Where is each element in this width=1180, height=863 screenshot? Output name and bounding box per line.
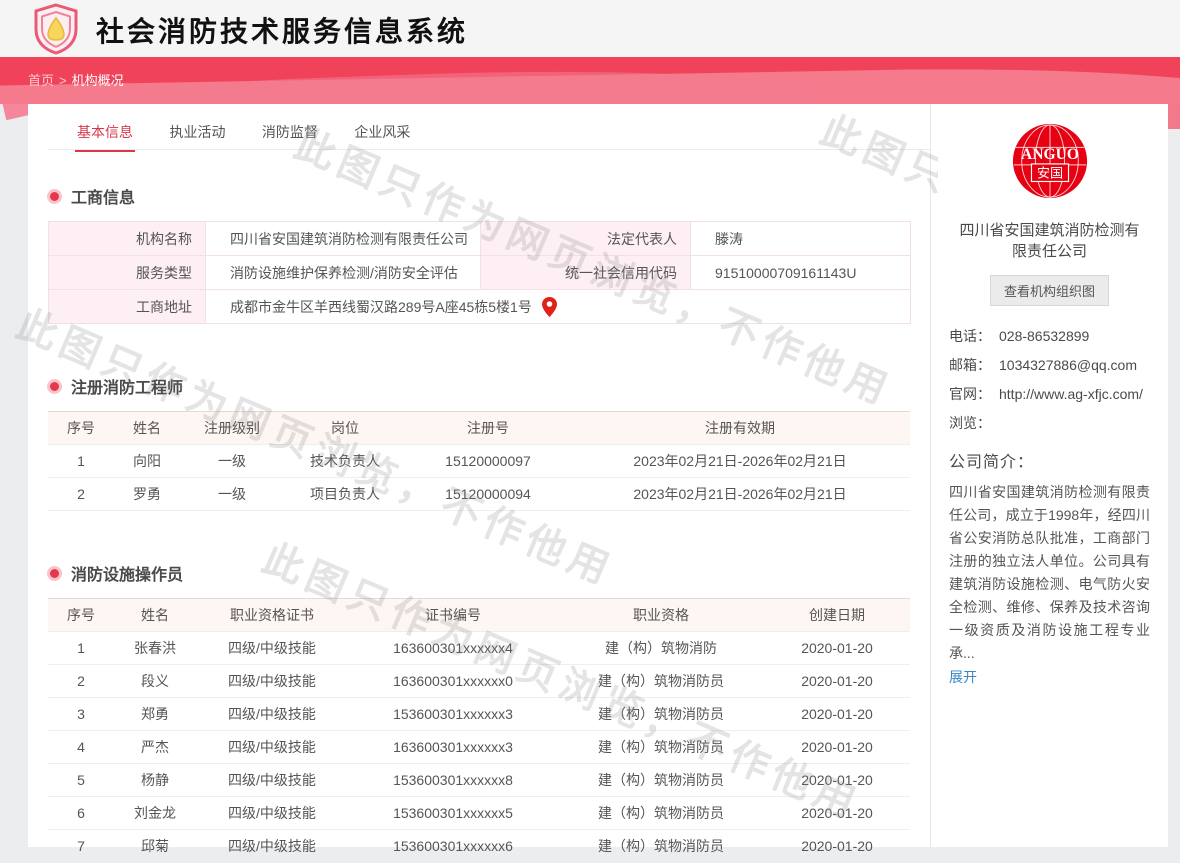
- table-header-row: 序号 姓名 注册级别 岗位 注册号 注册有效期: [48, 412, 910, 445]
- business-info-table: 机构名称 四川省安国建筑消防检测有限责任公司 法定代表人 滕涛 服务类型 消防设…: [48, 221, 911, 324]
- content-card: 基本信息 执业活动 消防监督 企业风采 工商信息 机构名称 四川省安国建筑消防检…: [28, 104, 1168, 847]
- table-row: 2 段义 四级/中级技能 163600301xxxxxx0 建（构）筑物消防员 …: [48, 665, 910, 698]
- phone-row: 电话： 028-86532899: [949, 326, 1150, 347]
- credit-code-label: 统一社会信用代码: [481, 256, 691, 290]
- phone-label: 电话：: [949, 326, 999, 347]
- table-row: 4 严杰 四级/中级技能 163600301xxxxxx3 建（构）筑物消防员 …: [48, 731, 910, 764]
- website-link[interactable]: http://www.ag-xfjc.com/: [999, 384, 1150, 405]
- address-cell: 成都市金牛区羊西线蜀汉路289号A座45栋5楼1号: [206, 290, 911, 324]
- section-title-business-info: 工商信息: [48, 184, 930, 208]
- breadcrumb-separator: >: [59, 73, 67, 88]
- sidebar-company-name: 四川省安国建筑消防检测有限责任公司: [955, 220, 1145, 262]
- col-header: 注册号: [406, 412, 570, 445]
- table-row: 3 郑勇 四级/中级技能 153600301xxxxxx3 建（构）筑物消防员 …: [48, 698, 910, 731]
- section-title-engineers: 注册消防工程师: [48, 374, 930, 398]
- tab-basic-info[interactable]: 基本信息: [75, 113, 135, 152]
- views-row: 浏览：: [949, 413, 1150, 434]
- top-header: 社会消防技术服务信息系统: [0, 0, 1180, 57]
- company-intro-title: 公司简介：: [949, 448, 1150, 472]
- table-row: 5 杨静 四级/中级技能 153600301xxxxxx8 建（构）筑物消防员 …: [48, 764, 910, 797]
- table-header-row: 序号 姓名 职业资格证书 证书编号 职业资格 创建日期: [48, 599, 910, 632]
- table-row: 6 刘金龙 四级/中级技能 153600301xxxxxx5 建（构）筑物消防员…: [48, 797, 910, 830]
- email-row: 邮箱： 1034327886@qq.com: [949, 355, 1150, 376]
- col-header: 姓名: [114, 599, 196, 632]
- engineers-table: 序号 姓名 注册级别 岗位 注册号 注册有效期 1 向阳 一级 技术负责人 15…: [48, 411, 910, 511]
- breadcrumb: 首页 > 机构概况: [28, 70, 124, 89]
- col-header: 创建日期: [764, 599, 910, 632]
- table-row: 7 邱菊 四级/中级技能 153600301xxxxxx6 建（构）筑物消防员 …: [48, 830, 910, 863]
- legal-rep-label: 法定代表人: [481, 222, 691, 256]
- tab-bar: 基本信息 执业活动 消防监督 企业风采: [48, 113, 930, 150]
- shield-logo-icon: [32, 3, 80, 60]
- breadcrumb-home-link[interactable]: 首页: [28, 73, 54, 88]
- table-row: 2 罗勇 一级 项目负责人 15120000094 2023年02月21日-20…: [48, 478, 910, 511]
- view-org-chart-button[interactable]: 查看机构组织图: [990, 275, 1109, 306]
- svg-text:ANGUO: ANGUO: [1020, 146, 1078, 163]
- expand-link[interactable]: 展开: [949, 667, 977, 687]
- red-dot-icon: [50, 382, 59, 391]
- site-title: 社会消防技术服务信息系统: [96, 10, 468, 50]
- address-value: 成都市金牛区羊西线蜀汉路289号A座45栋5楼1号: [230, 297, 532, 317]
- sidebar: ANGUO 安国 四川省安国建筑消防检测有限责任公司 查看机构组织图 电话： 0…: [930, 104, 1168, 847]
- org-name-value: 四川省安国建筑消防检测有限责任公司: [206, 222, 481, 256]
- banner: 首页 > 机构概况: [0, 57, 1180, 104]
- credit-code-value: 91510000709161143U: [691, 256, 911, 290]
- email-value: 1034327886@qq.com: [999, 355, 1150, 376]
- table-row: 服务类型 消防设施维护保养检测/消防安全评估 统一社会信用代码 91510000…: [49, 256, 911, 290]
- col-header: 岗位: [284, 412, 406, 445]
- tab-company-showcase[interactable]: 企业风采: [352, 113, 412, 152]
- operators-table: 序号 姓名 职业资格证书 证书编号 职业资格 创建日期 1 张春洪 四级/中级技…: [48, 598, 910, 863]
- tab-fire-supervision[interactable]: 消防监督: [260, 113, 320, 152]
- views-value: [999, 413, 1150, 434]
- red-dot-icon: [50, 569, 59, 578]
- col-header: 姓名: [114, 412, 180, 445]
- email-label: 邮箱：: [949, 355, 999, 376]
- legal-rep-value: 滕涛: [691, 222, 911, 256]
- col-header: 职业资格: [558, 599, 764, 632]
- col-header: 序号: [48, 599, 114, 632]
- col-header: 证书编号: [348, 599, 558, 632]
- table-row: 1 向阳 一级 技术负责人 15120000097 2023年02月21日-20…: [48, 445, 910, 478]
- company-intro-text: 四川省安国建筑消防检测有限责任公司，成立于1998年，经四川省公安消防总队批准，…: [949, 481, 1150, 665]
- service-type-label: 服务类型: [49, 256, 206, 290]
- svg-text:安国: 安国: [1036, 166, 1062, 182]
- col-header: 注册有效期: [570, 412, 910, 445]
- tab-practice-activity[interactable]: 执业活动: [167, 113, 227, 152]
- views-label: 浏览：: [949, 413, 999, 434]
- col-header: 职业资格证书: [196, 599, 348, 632]
- org-name-label: 机构名称: [49, 222, 206, 256]
- red-dot-icon: [50, 192, 59, 201]
- website-label: 官网：: [949, 384, 999, 405]
- service-type-value: 消防设施维护保养检测/消防安全评估: [206, 256, 481, 290]
- col-header: 序号: [48, 412, 114, 445]
- phone-value: 028-86532899: [999, 326, 1150, 347]
- table-row: 1 张春洪 四级/中级技能 163600301xxxxxx4 建（构）筑物消防 …: [48, 632, 910, 665]
- address-label: 工商地址: [49, 290, 206, 324]
- main-column: 基本信息 执业活动 消防监督 企业风采 工商信息 机构名称 四川省安国建筑消防检…: [28, 104, 930, 847]
- map-pin-icon[interactable]: [542, 297, 557, 317]
- table-row: 机构名称 四川省安国建筑消防检测有限责任公司 法定代表人 滕涛: [49, 222, 911, 256]
- table-row: 工商地址 成都市金牛区羊西线蜀汉路289号A座45栋5楼1号: [49, 290, 911, 324]
- website-row: 官网： http://www.ag-xfjc.com/: [949, 384, 1150, 405]
- section-title-operators: 消防设施操作员: [48, 561, 930, 585]
- breadcrumb-current: 机构概况: [72, 73, 124, 88]
- contact-info: 电话： 028-86532899 邮箱： 1034327886@qq.com 官…: [949, 326, 1150, 434]
- col-header: 注册级别: [180, 412, 284, 445]
- company-logo-anguo: ANGUO 安国: [1011, 122, 1089, 200]
